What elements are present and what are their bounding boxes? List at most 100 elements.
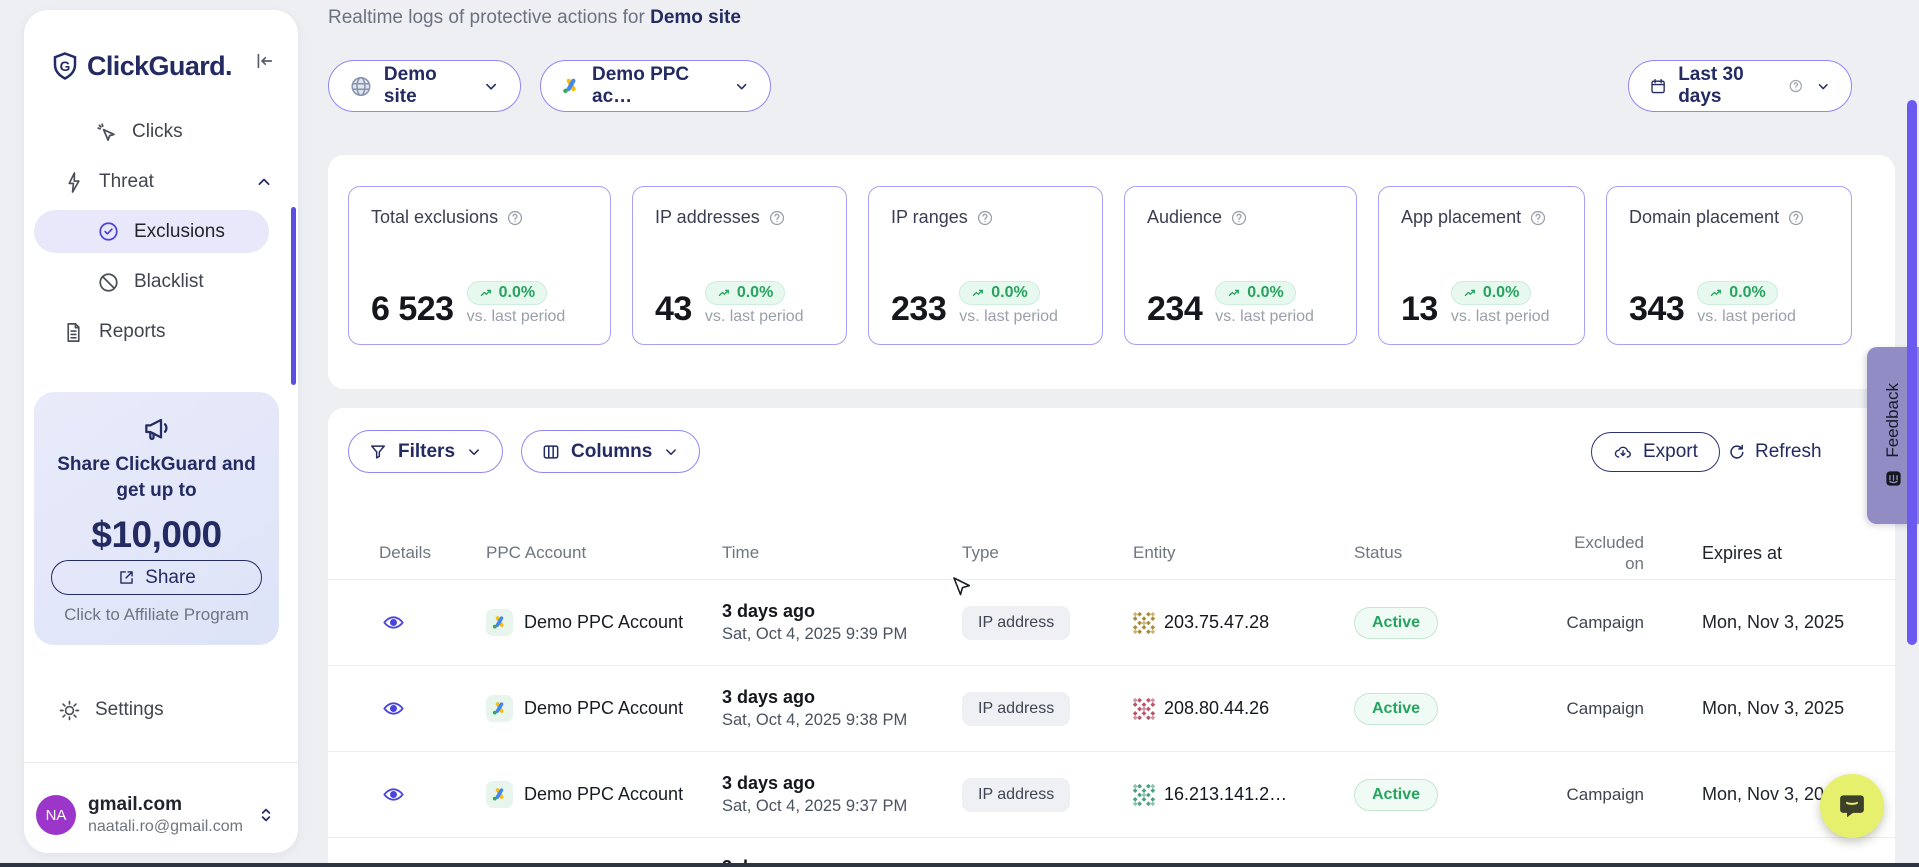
time-relative: 3 days ago <box>722 773 962 794</box>
sidebar-item-exclusions[interactable]: Exclusions <box>97 210 225 253</box>
page-scrollbar[interactable] <box>1907 100 1917 645</box>
help-icon[interactable] <box>1787 209 1805 227</box>
share-button[interactable]: Share <box>51 560 262 595</box>
stat-card-total-exclusions: Total exclusions 6 523 0.0% vs. last per… <box>348 186 611 345</box>
chat-launcher-button[interactable] <box>1820 774 1884 838</box>
sidebar-item-clicks[interactable]: Clicks <box>95 110 183 154</box>
ppc-account-cell: Demo PPC Account <box>524 698 683 719</box>
subtitle-site-name: Demo site <box>650 7 741 28</box>
table-header-row: Details PPC Account Time Type Entity Sta… <box>328 527 1895 579</box>
view-details-eye-icon[interactable] <box>382 697 405 720</box>
stat-title: Audience <box>1147 207 1222 228</box>
help-icon[interactable] <box>1788 77 1804 95</box>
chevron-up-down-icon <box>256 805 276 825</box>
column-header-details: Details <box>379 543 486 563</box>
stat-caption: vs. last period <box>1451 308 1550 326</box>
sidebar-item-label: Threat <box>99 171 154 193</box>
excluded-on-cell: Campaign <box>1514 613 1644 633</box>
chevron-down-icon <box>482 77 500 96</box>
external-link-icon <box>117 568 136 587</box>
sidebar-item-threat[interactable]: Threat <box>62 160 274 204</box>
refresh-button[interactable]: Refresh <box>1727 435 1822 469</box>
sidebar-item-label: Blacklist <box>134 271 204 293</box>
help-icon[interactable] <box>976 209 994 227</box>
trend-up-icon <box>1709 286 1724 301</box>
time-exact: Sat, Oct 4, 2025 9:37 PM <box>722 797 962 816</box>
stat-value: 233 <box>891 292 946 326</box>
table-toolbar: Filters Columns Export Refresh <box>348 430 1875 474</box>
entity-identicon <box>1133 698 1155 720</box>
account-switcher[interactable]: NA gmail.com naatali.ro@gmail.com <box>36 786 286 844</box>
time-relative: 3 days ago <box>722 687 962 708</box>
columns-button[interactable]: Columns <box>521 430 700 473</box>
sidebar-scrollbar[interactable] <box>291 207 296 385</box>
trend-up-icon <box>1463 286 1478 301</box>
share-button-label: Share <box>145 567 196 589</box>
type-badge: IP address <box>962 778 1070 812</box>
ppc-account-cell: Demo PPC Account <box>524 784 683 805</box>
help-icon[interactable] <box>506 209 524 227</box>
calendar-icon <box>1649 76 1667 97</box>
page-subtitle: Realtime logs of protective actions for … <box>328 7 741 29</box>
type-badge: IP address <box>962 606 1070 640</box>
sidebar-item-label: Reports <box>99 321 166 343</box>
stat-title: App placement <box>1401 207 1521 228</box>
refresh-icon <box>1727 443 1746 462</box>
ppc-account-cell: Demo PPC Account <box>524 612 683 633</box>
affiliate-link[interactable]: Click to Affiliate Program <box>34 605 279 625</box>
table-row[interactable]: Demo PPC Account 3 days ago Sat, Oct 4, 2… <box>328 579 1895 665</box>
export-button[interactable]: Export <box>1591 432 1720 472</box>
column-header-type: Type <box>962 543 1133 563</box>
help-icon[interactable] <box>1230 209 1248 227</box>
table-row[interactable]: Demo PPC Account 3 days ago Sat, Oct 4, 2… <box>328 751 1895 837</box>
google-ads-icon <box>486 609 513 636</box>
column-header-expires-at: Expires at <box>1644 543 1875 564</box>
google-ads-icon <box>561 75 581 97</box>
export-button-label: Export <box>1643 441 1698 463</box>
date-range-selector[interactable]: Last 30 days <box>1628 60 1852 112</box>
exclusions-table: Details PPC Account Time Type Entity Sta… <box>328 527 1895 867</box>
gear-icon <box>58 699 81 722</box>
google-ads-icon <box>486 781 513 808</box>
view-details-eye-icon[interactable] <box>382 783 405 806</box>
stat-value: 343 <box>1629 292 1684 326</box>
sidebar-collapse-icon[interactable] <box>252 50 274 72</box>
stat-value: 13 <box>1401 292 1438 326</box>
stat-caption: vs. last period <box>1697 308 1796 326</box>
sidebar-item-reports[interactable]: Reports <box>62 310 166 354</box>
megaphone-icon <box>141 412 173 444</box>
stat-trend: 0.0% <box>499 284 535 302</box>
help-icon[interactable] <box>768 209 786 227</box>
view-details-eye-icon[interactable] <box>382 611 405 634</box>
sidebar-item-label: Clicks <box>132 121 183 143</box>
ppc-account-selector[interactable]: Demo PPC ac… <box>540 60 771 112</box>
affiliate-promo-card[interactable]: Share ClickGuard and get up to $10,000 S… <box>34 392 279 645</box>
table-row[interactable]: Demo PPC Account 3 days agoSat, Oct 4, 2… <box>328 665 1895 751</box>
stat-title: Total exclusions <box>371 207 498 228</box>
status-badge: Active <box>1354 693 1438 725</box>
entity-value: 203.75.47.28 <box>1164 612 1269 633</box>
promo-text-line1: Share ClickGuard and <box>34 452 279 478</box>
time-exact: Sat, Oct 4, 2025 9:39 PM <box>722 625 962 644</box>
chevron-down-icon <box>662 443 680 461</box>
site-selector[interactable]: Demo site <box>328 60 521 112</box>
stat-card-ip-ranges: IP ranges 233 0.0% vs. last period <box>868 186 1103 345</box>
entity-identicon <box>1133 612 1155 634</box>
expires-at-cell: Mon, Nov 3, 2025 <box>1644 612 1875 633</box>
stat-card-app-placement: App placement 13 0.0% vs. last period <box>1378 186 1585 345</box>
stats-panel: Total exclusions 6 523 0.0% vs. last per… <box>328 155 1895 389</box>
stat-value: 6 523 <box>371 292 454 326</box>
brand-name: ClickGuard. <box>87 51 232 82</box>
sidebar: ClickGuard. Clicks Threat Exclusions Bla… <box>24 10 298 853</box>
trend-up-icon <box>717 286 732 301</box>
sidebar-divider <box>24 762 298 763</box>
time-relative: 3 days ago <box>722 601 962 622</box>
stat-caption: vs. last period <box>705 308 804 326</box>
account-email: naatali.ro@gmail.com <box>88 818 243 836</box>
filters-button[interactable]: Filters <box>348 430 503 473</box>
refresh-button-label: Refresh <box>1755 441 1822 463</box>
sidebar-item-blacklist[interactable]: Blacklist <box>97 260 204 304</box>
help-icon[interactable] <box>1529 209 1547 227</box>
trend-up-icon <box>971 286 986 301</box>
sidebar-item-settings[interactable]: Settings <box>58 688 164 732</box>
